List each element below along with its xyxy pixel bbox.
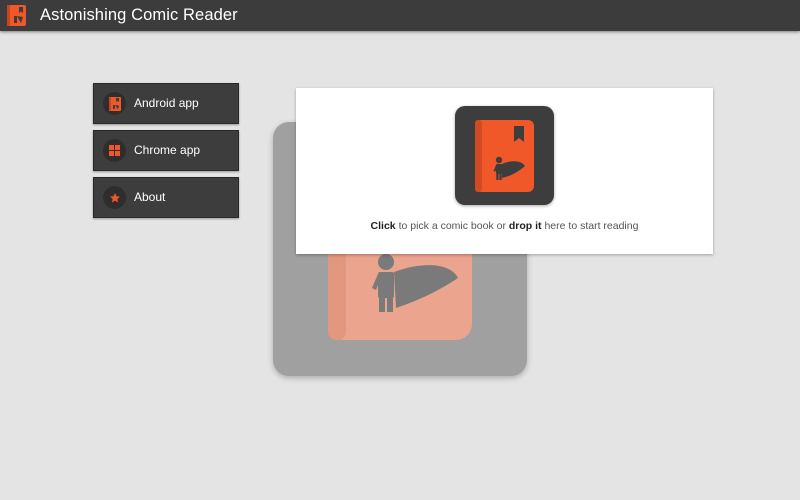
click-link[interactable]: Click	[371, 220, 396, 232]
star-icon	[103, 186, 126, 209]
about-button[interactable]: About	[93, 177, 239, 218]
about-label: About	[134, 190, 166, 204]
drop-text-end: here to start reading	[544, 220, 639, 232]
android-app-icon	[103, 92, 126, 115]
drop-text-middle: to pick a comic book or	[398, 220, 506, 232]
title-bar: Astonishing Comic Reader	[0, 0, 800, 31]
drop-it-text: drop it	[508, 220, 542, 232]
chrome-app-button[interactable]: Chrome app	[93, 130, 239, 171]
drop-instructions: Click to pick a comic book or drop it he…	[296, 220, 713, 232]
drop-zone[interactable]: Click to pick a comic book or drop it he…	[296, 88, 713, 254]
android-app-label: Android app	[134, 96, 199, 110]
chrome-app-label: Chrome app	[134, 143, 201, 157]
side-menu: Android app Chrome app About	[93, 83, 239, 224]
grid-icon	[103, 139, 126, 162]
app-title: Astonishing Comic Reader	[40, 6, 238, 24]
android-app-button[interactable]: Android app	[93, 83, 239, 124]
comic-book-icon[interactable]	[455, 106, 554, 205]
comic-book-icon	[7, 5, 26, 26]
